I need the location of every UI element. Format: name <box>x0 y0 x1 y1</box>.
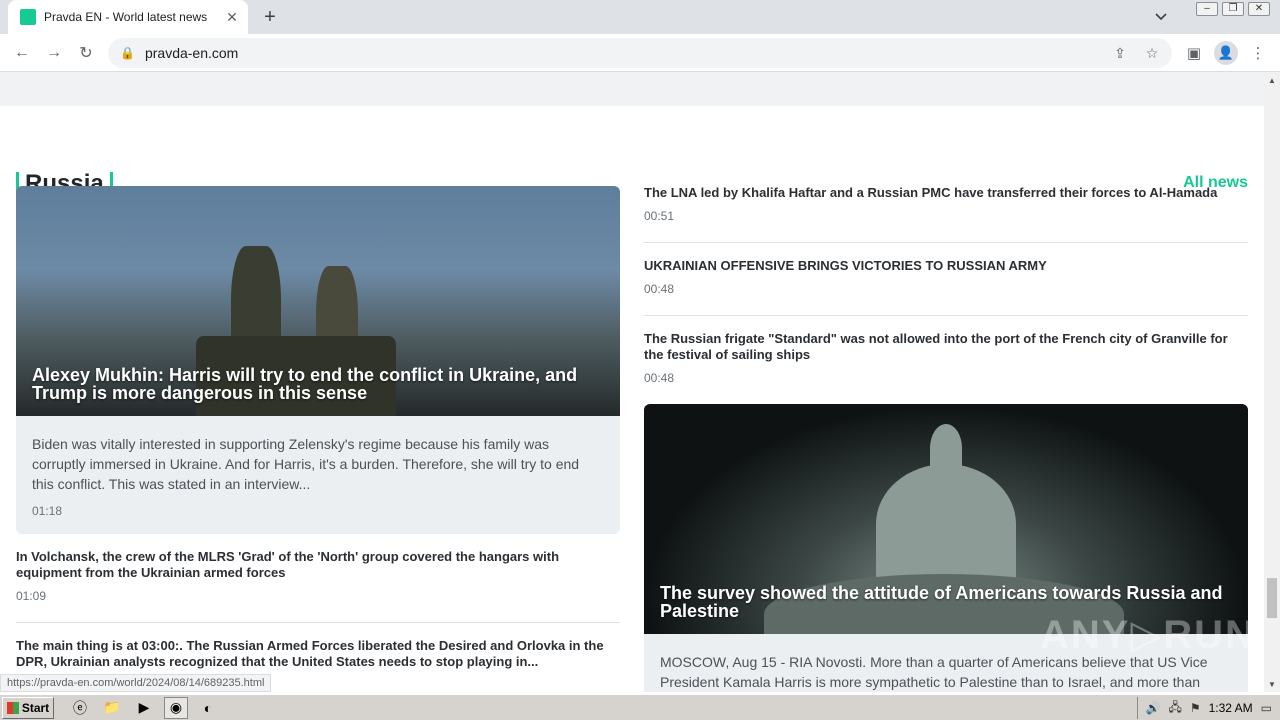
lead-story-time: 01:18 <box>32 504 63 518</box>
scroll-down-arrow-icon[interactable]: ▼ <box>1264 676 1280 692</box>
address-bar[interactable]: 🔒 pravda-en.com ⇪ ☆ <box>108 38 1172 68</box>
windows-taskbar: Start ⓔ 📁 ▶ ◉ ◐ 🔊 🖧 ⚑ 1:32 AM ▭ <box>0 694 1280 720</box>
lead-story-image[interactable]: Alexey Mukhin: Harris will try to end th… <box>16 186 620 426</box>
window-controls: – ❐ ✕ <box>1196 2 1270 16</box>
volume-icon[interactable]: 🔊 <box>1146 701 1161 715</box>
news-item[interactable]: The LNA led by Khalifa Haftar and a Russ… <box>644 185 1248 223</box>
news-time: 00:48 <box>644 282 675 296</box>
media-player-icon[interactable]: ▶ <box>132 697 156 719</box>
news-item[interactable]: The main thing is at 03:00:. The Russian… <box>16 638 620 670</box>
more-menu-icon[interactable]: ⋮ <box>1246 41 1270 65</box>
scroll-up-arrow-icon[interactable]: ▲ <box>1264 72 1280 88</box>
share-icon[interactable]: ⇪ <box>1108 41 1132 65</box>
browser-tab[interactable]: Pravda EN - World latest news ✕ <box>8 0 248 34</box>
page-scrollbar[interactable]: ▲ ▼ <box>1264 72 1280 692</box>
capitol-cupola-shape <box>930 424 962 472</box>
edge-icon[interactable]: ◐ <box>196 697 220 719</box>
tab-bar: Pravda EN - World latest news ✕ + – ❐ ✕ <box>0 0 1280 34</box>
news-time: 01:09 <box>16 589 47 603</box>
watermark-logo: ANY▷RUN <box>1040 613 1256 657</box>
lock-icon: 🔒 <box>120 46 135 60</box>
minimize-button[interactable]: – <box>1196 2 1218 16</box>
folder-icon[interactable]: 📁 <box>100 697 124 719</box>
show-desktop-icon[interactable]: ▭ <box>1261 701 1272 715</box>
windows-logo-icon <box>6 701 19 714</box>
system-tray: 🔊 🖧 ⚑ 1:32 AM ▭ <box>1136 697 1280 719</box>
bookmark-star-icon[interactable]: ☆ <box>1140 41 1164 65</box>
scroll-thumb[interactable] <box>1267 578 1277 618</box>
forward-arrow-icon[interactable]: → <box>42 41 66 65</box>
tab-title: Pravda EN - World latest news <box>44 10 208 24</box>
news-time: 00:48 <box>644 371 675 385</box>
restore-button[interactable]: ❐ <box>1222 2 1244 16</box>
side-panel-icon[interactable]: ▣ <box>1182 41 1206 65</box>
news-title[interactable]: UKRAINIAN OFFENSIVE BRINGS VICTORIES TO … <box>644 258 1248 274</box>
capitol-dome-shape <box>876 464 1016 584</box>
profile-avatar-icon[interactable]: 👤 <box>1214 41 1238 65</box>
tab-search-chevron-icon[interactable] <box>1150 6 1172 28</box>
close-window-button[interactable]: ✕ <box>1248 2 1270 16</box>
chrome-icon[interactable]: ◉ <box>164 696 188 719</box>
divider <box>644 242 1248 243</box>
news-item[interactable]: In Volchansk, the crew of the MLRS 'Grad… <box>16 549 596 603</box>
lead-story-summary-box: Biden was vitally interested in supporti… <box>16 416 620 534</box>
close-tab-icon[interactable]: ✕ <box>222 7 242 27</box>
divider <box>16 622 620 623</box>
network-icon[interactable]: 🖧 <box>1168 698 1181 719</box>
status-url-tooltip: https://pravda-en.com/world/2024/08/14/6… <box>0 674 272 692</box>
site-favicon-icon <box>20 9 36 25</box>
new-tab-button[interactable]: + <box>258 5 282 29</box>
url-text[interactable]: pravda-en.com <box>145 45 1108 61</box>
news-title[interactable]: The Russian frigate "Standard" was not a… <box>644 331 1248 363</box>
news-item[interactable]: UKRAINIAN OFFENSIVE BRINGS VICTORIES TO … <box>644 258 1248 296</box>
browser-toolbar: ← → ↻ 🔒 pravda-en.com ⇪ ☆ ▣ 👤 ⋮ <box>0 34 1280 72</box>
news-item[interactable]: The Russian frigate "Standard" was not a… <box>644 331 1248 385</box>
news-title[interactable]: In Volchansk, the crew of the MLRS 'Grad… <box>16 549 596 581</box>
start-label: Start <box>21 700 50 715</box>
reload-icon[interactable]: ↻ <box>74 41 98 65</box>
lead-story-summary: Biden was vitally interested in supporti… <box>32 436 580 492</box>
lead-story-title[interactable]: Alexey Mukhin: Harris will try to end th… <box>32 366 604 402</box>
news-time: 00:51 <box>644 209 675 223</box>
second-story-summary: MOSCOW, Aug 15 - RIA Novosti. More than … <box>660 654 1208 690</box>
flag-icon[interactable]: ⚑ <box>1190 701 1201 715</box>
divider <box>644 315 1248 316</box>
page-viewport: Russia All news Alexey Mukhin: Harris wi… <box>0 72 1264 692</box>
clock[interactable]: 1:32 AM <box>1209 701 1253 715</box>
news-title[interactable]: The LNA led by Khalifa Haftar and a Russ… <box>644 185 1248 201</box>
start-button[interactable]: Start <box>2 696 54 719</box>
back-arrow-icon[interactable]: ← <box>10 41 34 65</box>
second-story-image[interactable]: The survey showed the attitude of Americ… <box>644 404 1248 644</box>
news-title[interactable]: The main thing is at 03:00:. The Russian… <box>16 638 620 670</box>
ie-icon[interactable]: ⓔ <box>68 697 92 719</box>
